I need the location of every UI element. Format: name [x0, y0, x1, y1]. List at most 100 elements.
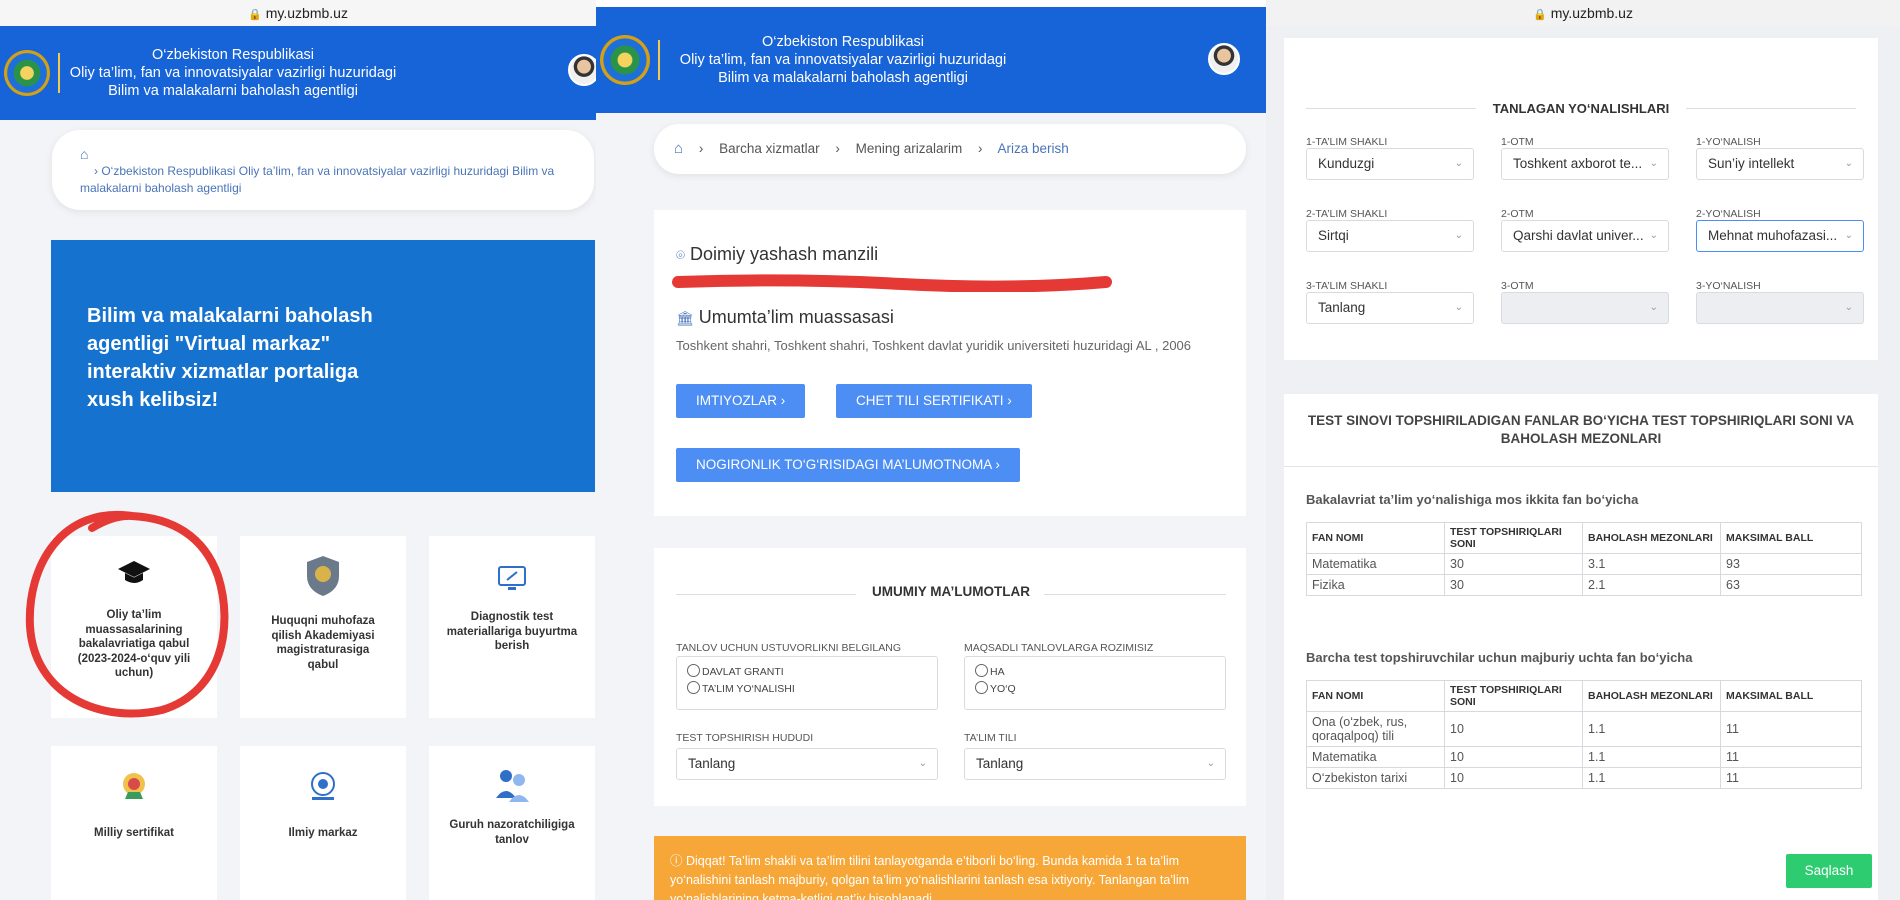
- breadcrumb-my-applications[interactable]: Mening arizalarim: [856, 141, 963, 156]
- info-circle-icon: ⓘ: [670, 854, 683, 868]
- radio-circle: [975, 664, 988, 677]
- cell: Matematika: [1306, 553, 1445, 575]
- address-bar[interactable]: 🔒 my.uzbmb.uz: [1266, 0, 1900, 26]
- privileges-button[interactable]: IMTIYOZLAR ›: [676, 384, 806, 418]
- annotation-circle: [25, 510, 229, 718]
- chevron-down-icon: ⌄: [1649, 302, 1658, 313]
- school-value: Toshkent shahri, Toshkent shahri, Toshke…: [676, 338, 1192, 353]
- general-info-title: UMUMIY MA’LUMOTLAR: [676, 584, 1226, 599]
- select-value: Mehnat muhofazasi...: [1708, 228, 1838, 243]
- language-certificate-button[interactable]: CHET TILI SERTIFIKATI ›: [836, 384, 1032, 418]
- group-icon: [496, 770, 529, 802]
- address-bar[interactable]: 🔒 my.uzbmb.uz: [0, 0, 596, 26]
- otm-select-3[interactable]: ⌄: [1501, 292, 1669, 324]
- tile-label: Ilmiy markaz: [288, 827, 358, 839]
- form-select-1[interactable]: Kunduzgi ⌄: [1306, 148, 1474, 180]
- panel-application: O‘zbekiston Respublikasi Oliy ta’lim, fa…: [596, 0, 1266, 900]
- address-section: ⌾ Doimiy yashash manzili: [676, 244, 878, 265]
- disability-certificate-button[interactable]: NOGIRONLIK TO‘G‘RISIDAGI MA’LUMOTNOMA ›: [676, 448, 1020, 482]
- chosen-directions-card: TANLAGAN YO‘NALISHLARI 1-TA’LIM SHAKLI K…: [1284, 38, 1878, 360]
- chevron-down-icon: ⌄: [1649, 158, 1658, 169]
- otm-select-1[interactable]: Toshkent axborot te... ⌄: [1501, 148, 1669, 180]
- direction-select-1[interactable]: Sun’iy intellekt ⌄: [1696, 148, 1864, 180]
- tile-group-supervision[interactable]: Guruh nazoratchiligiga tanlov: [429, 746, 595, 900]
- hero-text: Bilim va malakalarni baholash agentligi …: [87, 305, 373, 411]
- chevron-down-icon: ⌄: [1206, 758, 1215, 769]
- tile-academy-admission[interactable]: Huquqni muhofaza qilish Akademiyasi magi…: [240, 536, 406, 718]
- header-title: O‘zbekiston Respublikasi Oliy ta’lim, fa…: [668, 33, 1018, 87]
- button-label: IMTIYOZLAR: [696, 393, 778, 408]
- direction-select-3[interactable]: ⌄: [1696, 292, 1864, 324]
- language-label: TA’LIM TILI: [964, 732, 1017, 744]
- location-pin-icon: ⌾: [676, 247, 686, 264]
- chevron-down-icon: ⌄: [1454, 158, 1463, 169]
- header-line2: Oliy ta’lim, fan va innovatsiyalar vazir…: [679, 52, 1007, 68]
- chosen-title-row: TANLAGAN YO‘NALISHLARI: [1306, 100, 1856, 118]
- select-value: Kunduzgi: [1318, 156, 1375, 171]
- tile-diagnostic-tests[interactable]: Diagnostik test materiallariga buyurtma …: [429, 536, 595, 718]
- emblem-logo: [600, 35, 650, 85]
- lock-icon: 🔒: [248, 9, 262, 21]
- general-info-card: UMUMIY MA’LUMOTLAR TANLOV UCHUN USTUVORL…: [654, 548, 1246, 806]
- cell: 30: [1444, 574, 1583, 596]
- save-button[interactable]: Saqlash: [1786, 854, 1872, 888]
- direction-select-2[interactable]: Mehnat muhofazasi... ⌄: [1696, 220, 1864, 252]
- breadcrumb-link[interactable]: O‘zbekiston Respublikasi Oliy ta’lim, fa…: [80, 164, 554, 195]
- radio-direction[interactable]: TA’LIM YO‘NALISHI: [687, 681, 927, 698]
- header-line1: O‘zbekiston Respublikasi: [152, 47, 314, 63]
- button-label: CHET TILI SERTIFIKATI: [856, 393, 1004, 408]
- radio-state-grant[interactable]: DAVLAT GRANTI: [687, 664, 927, 681]
- radio-yes[interactable]: HA: [975, 664, 1215, 681]
- targeted-label: MAQSADLI TANLOVLARGA ROZIMISIZ: [964, 642, 1154, 654]
- region-label: TEST TOPSHIRISH HUDUDI: [676, 732, 814, 744]
- address-title: Doimiy yashash manzili: [690, 244, 879, 264]
- chevron-right-icon: ›: [94, 164, 98, 178]
- form-select-2[interactable]: Sirtqi ⌄: [1306, 220, 1474, 252]
- region-select[interactable]: Tanlang ⌄: [676, 748, 938, 780]
- subjects-table-1: FAN NOMI TEST TOPSHIRIQLARI SONI BAHOLAS…: [1306, 522, 1862, 596]
- test-criteria-card: TEST SINOVI TOPSHIRILADIGAN FANLAR BO‘YI…: [1284, 394, 1878, 900]
- cell: 93: [1720, 553, 1862, 575]
- table1-caption: Bakalavriat ta’lim yo‘nalishiga mos ikki…: [1306, 492, 1639, 507]
- otm-select-2[interactable]: Qarshi davlat univer... ⌄: [1501, 220, 1669, 252]
- top-strip: [596, 0, 1266, 7]
- header-title: O‘zbekiston Respublikasi Oliy ta’lim, fa…: [68, 46, 398, 100]
- avatar[interactable]: [1208, 43, 1240, 75]
- subjects-table-2: FAN NOMI TEST TOPSHIRIQLARI SONI BAHOLAS…: [1306, 680, 1862, 789]
- col-criteria: BAHOLASH MEZONLARI: [1582, 680, 1721, 712]
- tile-science-center[interactable]: Ilmiy markaz: [240, 746, 406, 900]
- col-max-score: MAKSIMAL BALL: [1720, 522, 1862, 554]
- school-title: Umumta’lim muassasasi: [698, 307, 894, 327]
- radio-no[interactable]: YO‘Q: [975, 681, 1215, 698]
- radio-label: YO‘Q: [990, 683, 1016, 695]
- direction-label-3: 3-YO‘NALISH: [1696, 280, 1761, 292]
- select-value: Sirtqi: [1318, 228, 1349, 243]
- certificate-icon: [123, 773, 145, 799]
- site-header: O‘zbekiston Respublikasi Oliy ta’lim, fa…: [0, 26, 596, 120]
- home-icon[interactable]: ⌂: [674, 140, 683, 157]
- test-criteria-title: TEST SINOVI TOPSHIRILADIGAN FANLAR BO‘YI…: [1307, 413, 1855, 446]
- divider: [1044, 594, 1226, 595]
- col-task-count: TEST TOPSHIRIQLARI SONI: [1444, 522, 1583, 554]
- monitor-icon: [498, 566, 526, 590]
- select-value: Tanlang: [1318, 300, 1366, 315]
- language-select[interactable]: Tanlang ⌄: [964, 748, 1226, 780]
- lock-icon: 🔒: [1533, 9, 1547, 21]
- radio-label: TA’LIM YO‘NALISHI: [702, 683, 795, 695]
- warning-alert: ⓘ Diqqat! Ta’lim shakli va ta’lim tilini…: [654, 836, 1246, 900]
- tile-label: Milliy sertifikat: [94, 827, 174, 839]
- cell: 11: [1720, 746, 1862, 768]
- cell: O‘zbekiston tarixi: [1306, 767, 1445, 789]
- col-task-count: TEST TOPSHIRIQLARI SONI: [1444, 680, 1583, 712]
- cell: Ona (o‘zbek, rus, qoraqalpoq) tili: [1306, 711, 1445, 747]
- chevron-right-icon: ›: [995, 457, 1000, 472]
- chosen-title: TANLAGAN YO‘NALISHLARI: [1492, 101, 1670, 116]
- tile-label: Diagnostik test materiallariga buyurtma …: [446, 611, 578, 652]
- tile-national-certificate[interactable]: Milliy sertifikat: [51, 746, 217, 900]
- direction-label-1: 1-YO‘NALISH: [1696, 136, 1761, 148]
- otm-label-1: 1-OTM: [1501, 136, 1534, 148]
- avatar[interactable]: [568, 54, 596, 86]
- breadcrumb-all-services[interactable]: Barcha xizmatlar: [719, 141, 820, 156]
- form-select-3[interactable]: Tanlang ⌄: [1306, 292, 1474, 324]
- home-icon[interactable]: ⌂: [80, 146, 564, 163]
